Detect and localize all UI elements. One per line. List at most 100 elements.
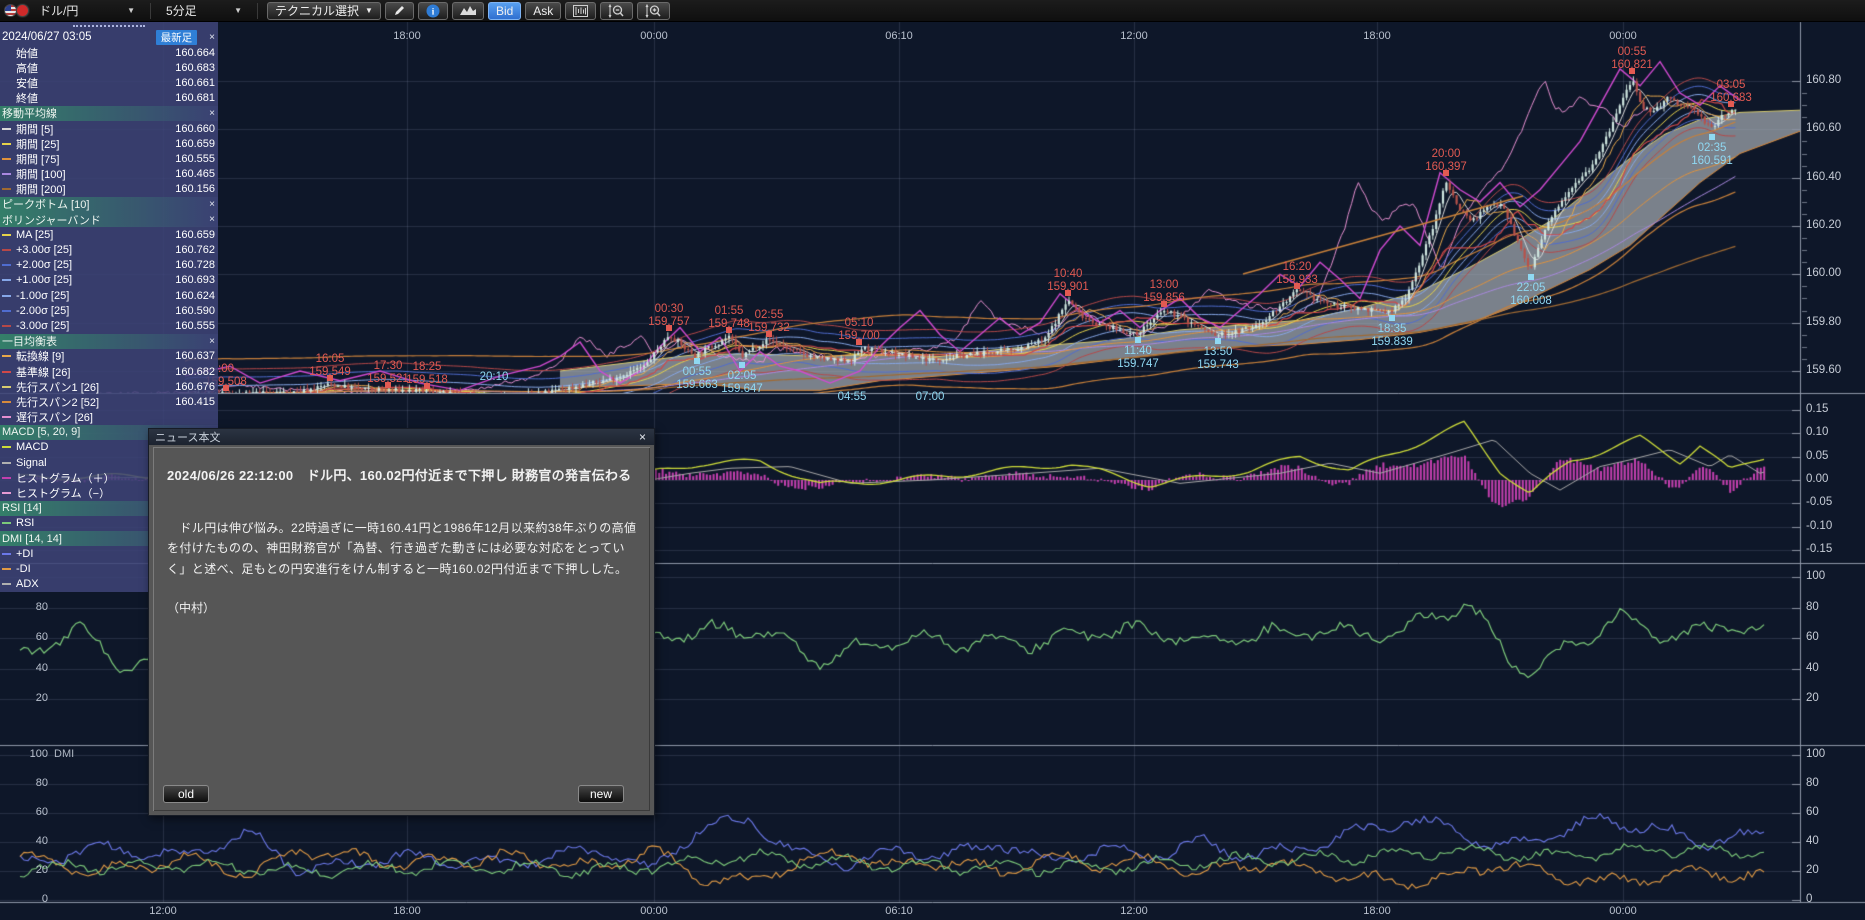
row-label: 先行スパン2 [52] — [16, 394, 175, 410]
pencil-icon — [393, 4, 406, 17]
line-color-swatch — [2, 173, 11, 175]
technical-select-button[interactable]: テクニカル選択 ▼ — [267, 2, 381, 20]
info-button[interactable]: i — [418, 2, 448, 20]
row-value: 160.555 — [175, 320, 215, 332]
us-flag-icon — [4, 4, 17, 17]
line-color-swatch — [2, 355, 11, 357]
line-color-swatch — [2, 553, 11, 555]
sidebar-indicator-row: 先行スパン2 [52]160.415 — [0, 394, 218, 409]
older-news-button[interactable]: old — [163, 785, 209, 803]
pair-flags — [4, 4, 29, 17]
sidebar-indicator-row: 期間 [200]160.156 — [0, 182, 218, 197]
news-dialog-titlebar[interactable]: ニュース本文 × — [149, 429, 654, 445]
row-label: 先行スパン1 [26] — [16, 379, 175, 395]
sidebar-indicator-row: -3.00σ [25]160.555 — [0, 318, 218, 333]
row-value: 160.660 — [175, 123, 215, 135]
divider — [150, 3, 151, 19]
sidebar-indicator-row: +2.00σ [25]160.728 — [0, 258, 218, 273]
row-label: ピークボトム [10] — [2, 196, 203, 212]
row-value: 160.659 — [175, 138, 215, 150]
line-color-swatch — [2, 583, 11, 585]
row-value: 160.590 — [175, 305, 215, 317]
row-label: 期間 [5] — [16, 121, 175, 137]
ask-label: Ask — [533, 4, 553, 18]
candle-display-button[interactable] — [565, 2, 596, 20]
sidebar-indicator-row: 期間 [25]160.659 — [0, 136, 218, 151]
mountain-chart-button[interactable] — [452, 2, 484, 20]
row-value: 160.664 — [175, 47, 215, 59]
zoom-in-button[interactable] — [637, 2, 670, 20]
row-value: 160.681 — [175, 92, 215, 104]
chevron-down-icon: ▼ — [127, 6, 135, 15]
sidebar-indicator-row: 終値160.681 — [0, 91, 218, 106]
row-label: 高値 — [16, 60, 175, 76]
row-label: 終値 — [16, 90, 175, 106]
info-icon: i — [426, 4, 440, 18]
row-value: 160.682 — [175, 366, 215, 378]
latest-candle-badge[interactable]: 最新足 — [156, 30, 198, 45]
news-body-text: ドル円は伸び悩み。22時過ぎに一時160.41円と1986年12月以来約38年ぶ… — [153, 484, 650, 579]
row-label: 期間 [200] — [16, 181, 175, 197]
row-value: 160.415 — [175, 396, 215, 408]
row-value: 160.676 — [175, 381, 215, 393]
sidebar-indicator-row: 始値160.664 — [0, 45, 218, 60]
candle-icon — [573, 5, 588, 17]
sidebar-indicator-row: +1.00σ [25]160.693 — [0, 273, 218, 288]
row-label: 遅行スパン [26] — [16, 409, 215, 425]
row-value: 160.624 — [175, 290, 215, 302]
sidebar-header: 2024/06/27 03:05 最新足 × — [0, 29, 218, 45]
line-color-swatch — [2, 279, 11, 281]
row-label: -3.00σ [25] — [16, 320, 175, 332]
sidebar-indicator-row: 期間 [5]160.660 — [0, 121, 218, 136]
sidebar-indicator-row: 転換線 [9]160.637 — [0, 349, 218, 364]
line-color-swatch — [2, 264, 11, 266]
line-color-swatch — [2, 249, 11, 251]
toolbar: ドル/円 ▼ 5分足 ▼ テクニカル選択 ▼ i Bid As — [0, 0, 1865, 22]
chart-window: 18:0000:0006:1012:0018:0000:0012:0018:00… — [0, 0, 1865, 920]
row-label: 移動平均線 — [2, 105, 203, 121]
row-label: 始値 — [16, 45, 175, 61]
row-value: 160.762 — [175, 244, 215, 256]
timeframe-select[interactable]: 5分足 ▼ — [160, 2, 248, 20]
line-color-swatch — [2, 462, 11, 464]
zoom-out-button[interactable] — [600, 2, 633, 20]
close-icon[interactable]: × — [209, 336, 215, 347]
line-color-swatch — [2, 386, 11, 388]
line-color-swatch — [2, 492, 11, 494]
row-label: +3.00σ [25] — [16, 244, 175, 256]
sidebar-indicator-row: -1.00σ [25]160.624 — [0, 288, 218, 303]
sidebar-indicator-row: 期間 [100]160.465 — [0, 167, 218, 182]
technical-select-label: テクニカル選択 — [275, 2, 359, 19]
sidebar-indicator-row: -2.00σ [25]160.590 — [0, 303, 218, 318]
pair-select[interactable]: ドル/円 ▼ — [33, 2, 141, 20]
close-icon[interactable]: × — [209, 199, 215, 210]
zoom-in-icon — [645, 4, 662, 18]
row-label: -2.00σ [25] — [16, 305, 175, 317]
line-color-swatch — [2, 401, 11, 403]
close-icon[interactable]: × — [209, 32, 215, 43]
row-value: 160.728 — [175, 259, 215, 271]
draw-pencil-button[interactable] — [385, 2, 414, 20]
row-label: 安値 — [16, 75, 175, 91]
news-headline: 2024/06/26 22:12:00 ドル円、160.02円付近まで下押し 財… — [153, 447, 650, 484]
bid-button[interactable]: Bid — [488, 2, 521, 20]
line-color-swatch — [2, 234, 11, 236]
sidebar-section: 移動平均線 × — [0, 106, 218, 121]
candle-datetime: 2024/06/27 03:05 — [2, 31, 156, 43]
close-icon[interactable]: × — [209, 108, 215, 119]
sidebar-drag-handle[interactable] — [0, 22, 218, 29]
close-icon[interactable]: × — [637, 430, 648, 444]
jp-flag-icon — [16, 4, 29, 17]
row-label: 基準線 [26] — [16, 364, 175, 380]
newer-news-button[interactable]: new — [578, 785, 624, 803]
line-color-swatch — [2, 143, 11, 145]
row-value: 160.693 — [175, 274, 215, 286]
row-value: 160.683 — [175, 62, 215, 74]
close-icon[interactable]: × — [209, 214, 215, 225]
sidebar-indicator-row: 遅行スパン [26] — [0, 410, 218, 425]
line-color-swatch — [2, 522, 11, 524]
row-value: 160.637 — [175, 350, 215, 362]
row-label: MA [25] — [16, 229, 175, 241]
ask-button[interactable]: Ask — [525, 2, 561, 20]
line-color-swatch — [2, 477, 11, 479]
